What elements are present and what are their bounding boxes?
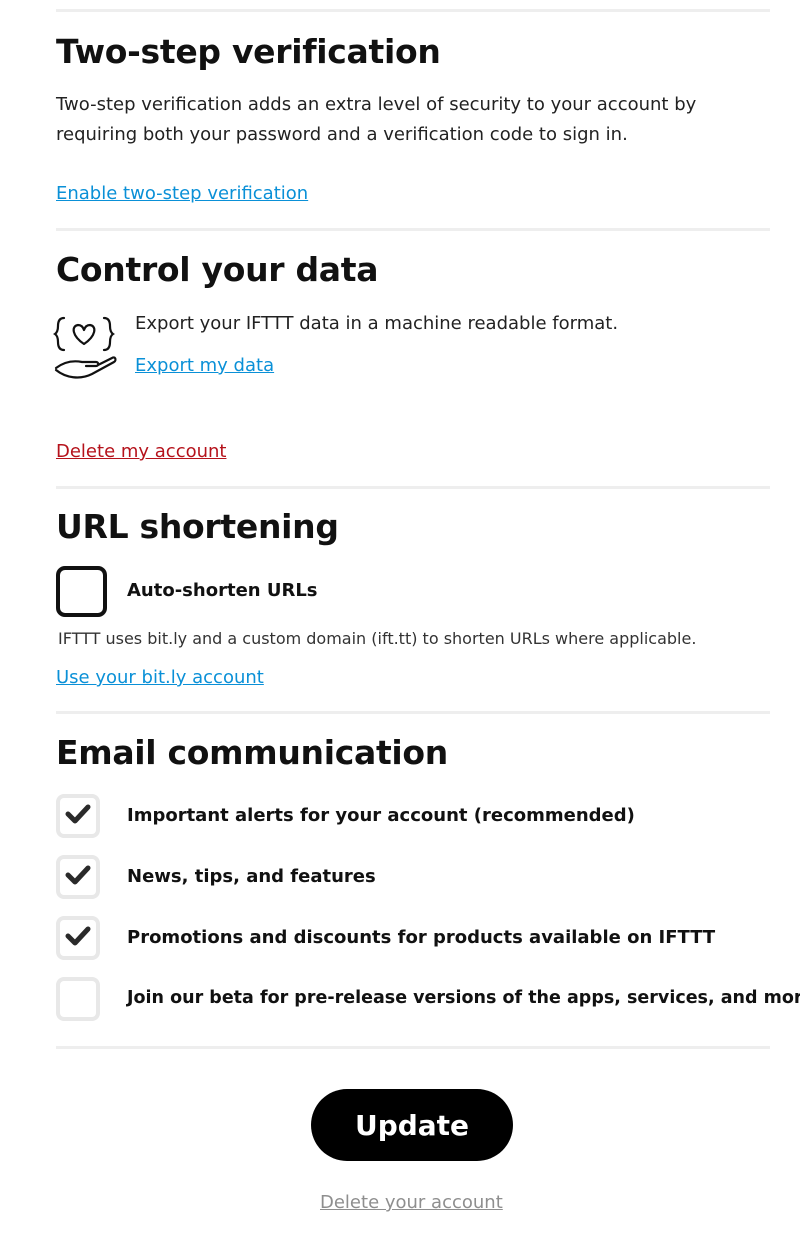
- divider: [56, 228, 770, 231]
- auto-shorten-checkbox[interactable]: [56, 566, 107, 617]
- hand-heart-icon: [52, 312, 118, 384]
- divider: [56, 711, 770, 714]
- email-option-label: Promotions and discounts for products av…: [127, 927, 716, 948]
- email-option-label: Important alerts for your account (recom…: [127, 805, 635, 826]
- email-option-checkbox[interactable]: [56, 977, 100, 1021]
- checkmark-icon: [65, 925, 91, 951]
- bitly-account-link[interactable]: Use your bit.ly account: [56, 667, 264, 688]
- url-shortening-title: URL shortening: [56, 507, 339, 546]
- email-option-checkbox[interactable]: [56, 855, 100, 899]
- email-option-label: Join our beta for pre-release versions o…: [127, 988, 800, 1008]
- export-data-link[interactable]: Export my data: [135, 355, 274, 376]
- control-data-title: Control your data: [56, 250, 379, 289]
- enable-two-step-link[interactable]: Enable two-step verification: [56, 183, 308, 204]
- update-button[interactable]: Update: [311, 1089, 513, 1161]
- url-shortening-note: IFTTT uses bit.ly and a custom domain (i…: [58, 629, 697, 648]
- divider: [56, 486, 770, 489]
- auto-shorten-label: Auto-shorten URLs: [127, 580, 318, 601]
- email-communication-title: Email communication: [56, 733, 448, 772]
- email-option-label: News, tips, and features: [127, 866, 376, 887]
- checkmark-icon: [65, 864, 91, 890]
- checkmark-icon: [65, 803, 91, 829]
- divider: [56, 1046, 770, 1049]
- export-description: Export your IFTTT data in a machine read…: [135, 313, 619, 334]
- divider: [56, 9, 770, 12]
- email-option-checkbox[interactable]: [56, 916, 100, 960]
- delete-my-account-link[interactable]: Delete my account: [56, 441, 226, 462]
- two-step-description: Two-step verification adds an extra leve…: [56, 94, 697, 145]
- email-option-checkbox[interactable]: [56, 794, 100, 838]
- delete-your-account-link[interactable]: Delete your account: [320, 1192, 503, 1213]
- two-step-title: Two-step verification: [56, 32, 441, 71]
